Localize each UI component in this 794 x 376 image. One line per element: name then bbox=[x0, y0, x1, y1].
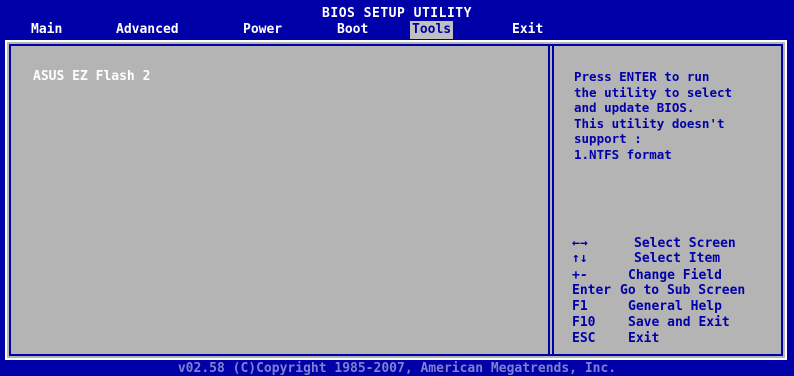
help-line: support : bbox=[574, 131, 642, 146]
key-desc: Go to Sub Screen bbox=[620, 283, 746, 298]
copyright-footer: v02.58 (C)Copyright 1985-2007, American … bbox=[177, 361, 617, 376]
up-down-arrow-icon: ↑↓ bbox=[572, 251, 588, 266]
asus-ez-flash-item[interactable]: ASUS EZ Flash 2 bbox=[33, 69, 150, 84]
left-right-arrow-icon: ←→ bbox=[572, 236, 588, 251]
main-panel: ASUS EZ Flash 2 Press ENTER to run the u… bbox=[5, 40, 787, 360]
menu-bar: Main Advanced Power Boot Tools Exit bbox=[0, 21, 794, 39]
options-pane: ASUS EZ Flash 2 bbox=[11, 46, 546, 354]
help-line: and update BIOS. bbox=[574, 100, 695, 115]
help-line: 1.NTFS format bbox=[574, 146, 672, 162]
key-desc: Change Field bbox=[628, 268, 722, 283]
key-desc: General Help bbox=[628, 299, 722, 314]
help-line: This utility doesn't bbox=[574, 115, 725, 131]
help-line: Press ENTER to run bbox=[574, 69, 710, 84]
key-label: +- bbox=[572, 268, 588, 283]
menu-main[interactable]: Main bbox=[31, 21, 62, 39]
key-desc: Select Screen bbox=[634, 236, 736, 251]
key-desc: Select Item bbox=[634, 251, 721, 266]
help-line: the utility to select bbox=[574, 84, 733, 100]
key-label: F10 bbox=[572, 315, 596, 330]
menu-tools[interactable]: Tools bbox=[410, 21, 454, 39]
bios-title: BIOS SETUP UTILITY bbox=[322, 6, 472, 21]
menu-advanced[interactable]: Advanced bbox=[116, 21, 179, 39]
menu-boot[interactable]: Boot bbox=[337, 21, 368, 39]
key-desc: Exit bbox=[628, 331, 660, 346]
help-text: Press ENTER to run the utility to select… bbox=[574, 69, 784, 162]
help-pane: Press ENTER to run the utility to select… bbox=[556, 46, 781, 354]
pane-divider bbox=[548, 46, 554, 354]
key-desc: Save and Exit bbox=[628, 315, 730, 330]
key-label: ESC bbox=[572, 331, 596, 346]
key-label: F1 bbox=[572, 299, 588, 314]
menu-exit[interactable]: Exit bbox=[512, 21, 543, 39]
menu-power[interactable]: Power bbox=[243, 21, 282, 39]
key-label: Enter bbox=[572, 283, 612, 298]
